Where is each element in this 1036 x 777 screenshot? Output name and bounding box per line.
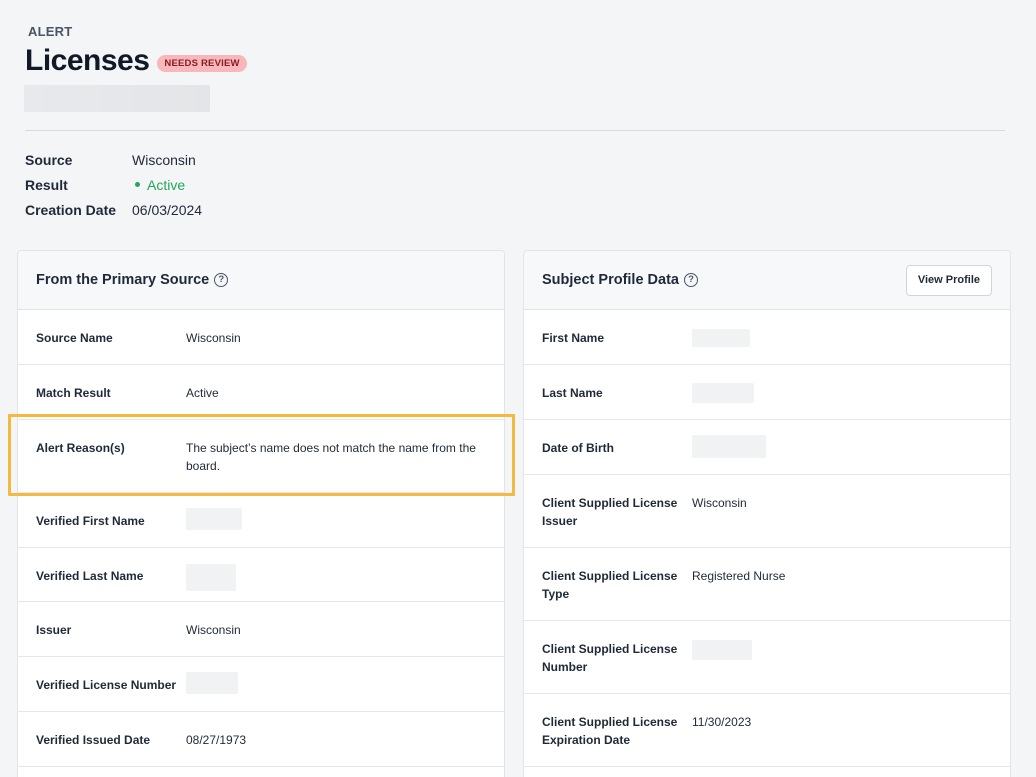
row-key: Source Name: [36, 331, 113, 345]
status-badge: NEEDS REVIEW: [157, 54, 247, 72]
redacted-value: [692, 329, 750, 347]
row-value: The subject’s name does not match the na…: [186, 441, 476, 473]
row-key: Match Result: [36, 386, 111, 400]
row-value: [692, 435, 992, 463]
alert-meta: Source Wisconsin Result Active Creation …: [25, 147, 202, 222]
redacted-subtitle: [24, 85, 210, 112]
card-header: Subject Profile Data ? View Profile: [524, 251, 1010, 310]
table-row: Issuer Wisconsin: [18, 602, 504, 657]
row-value: 08/27/1973: [186, 733, 247, 747]
card-title: Subject Profile Data ?: [542, 272, 698, 288]
row-key: Client Supplied License Expiration Date: [542, 715, 678, 747]
row-key: Client Supplied License Type: [542, 569, 678, 601]
row-key: Verified First Name: [36, 514, 145, 528]
row-value: [692, 329, 992, 352]
row-value: 11/30/2023: [692, 715, 752, 729]
table-row: Verified License Number: [18, 657, 504, 712]
table-row: Client Supplied License Expiration Date …: [524, 694, 1010, 767]
table-row: Client Supplied License Issuer Wisconsin: [524, 475, 1010, 548]
redacted-value: [186, 508, 242, 530]
meta-key: Creation Date: [25, 201, 117, 218]
table-row: Date of Birth: [524, 420, 1010, 475]
card-title: From the Primary Source ?: [36, 272, 229, 288]
redacted-value: [186, 564, 236, 591]
table-row: Verified First Name: [18, 493, 504, 548]
help-icon[interactable]: ?: [214, 273, 229, 287]
table-row: Source Name Wisconsin: [18, 310, 504, 365]
table-row: Verified Last Name: [18, 548, 504, 602]
primary-source-card: From the Primary Source ? Source Name Wi…: [17, 250, 505, 777]
table-row: Match Result Active: [18, 365, 504, 420]
meta-row-creation-date: Creation Date 06/03/2024: [25, 197, 202, 222]
row-value: Active: [186, 386, 219, 400]
row-value: Registered Nurse: [692, 569, 786, 583]
meta-value: Wisconsin: [132, 151, 196, 168]
status-dot-icon: [135, 182, 140, 187]
row-value: [186, 672, 486, 699]
row-key: Verified Last Name: [36, 569, 144, 583]
card-title-text: Subject Profile Data: [542, 272, 679, 288]
table-row: Verified Issued Date 08/27/1973: [18, 712, 504, 767]
meta-value-result: Active: [132, 177, 185, 193]
meta-row-result: Result Active: [25, 172, 202, 197]
redacted-value: [692, 383, 754, 403]
row-value: [186, 564, 486, 596]
row-key: Issuer: [36, 623, 72, 637]
redacted-value: [692, 640, 752, 660]
result-text: Active: [147, 176, 186, 193]
table-row: Last Name: [524, 365, 1010, 420]
redacted-value: [692, 435, 766, 458]
page-eyebrow: ALERT: [28, 24, 73, 39]
card-title-text: From the Primary Source: [36, 272, 210, 288]
row-key: Client Supplied License Issuer: [542, 496, 678, 528]
row-value: [692, 383, 992, 408]
redacted-value: [186, 672, 238, 694]
title-row: Licenses NEEDS REVIEW: [25, 44, 247, 78]
row-key: Verified License Number: [36, 678, 177, 692]
row-value: [186, 508, 486, 535]
table-row: Client Supplied License Type Registered …: [524, 548, 1010, 621]
table-row-alert-reason: Alert Reason(s) The subject’s name does …: [18, 420, 504, 493]
row-value: [692, 640, 992, 665]
view-profile-button[interactable]: View Profile: [905, 264, 992, 296]
row-value: Wisconsin: [186, 623, 241, 637]
meta-row-source: Source Wisconsin: [25, 147, 202, 172]
table-row: First Name: [524, 310, 1010, 365]
help-icon[interactable]: ?: [683, 273, 698, 287]
row-value: Wisconsin: [692, 496, 747, 510]
meta-key: Result: [25, 176, 68, 193]
row-key: First Name: [542, 331, 605, 345]
header-divider: [25, 130, 1005, 131]
table-row: Client Supplied License Number: [524, 621, 1010, 694]
row-key: Last Name: [542, 386, 603, 400]
meta-value: 06/03/2024: [132, 201, 203, 218]
card-header: From the Primary Source ?: [18, 251, 504, 310]
subject-profile-card: Subject Profile Data ? View Profile Firs…: [523, 250, 1011, 777]
page-title: Licenses: [25, 44, 150, 77]
row-key: Client Supplied License Number: [542, 642, 678, 674]
row-value: Wisconsin: [186, 331, 241, 345]
row-key: Verified Issued Date: [36, 733, 151, 747]
row-key: Alert Reason(s): [36, 441, 125, 455]
row-key: Date of Birth: [542, 441, 614, 455]
meta-key: Source: [25, 151, 73, 168]
